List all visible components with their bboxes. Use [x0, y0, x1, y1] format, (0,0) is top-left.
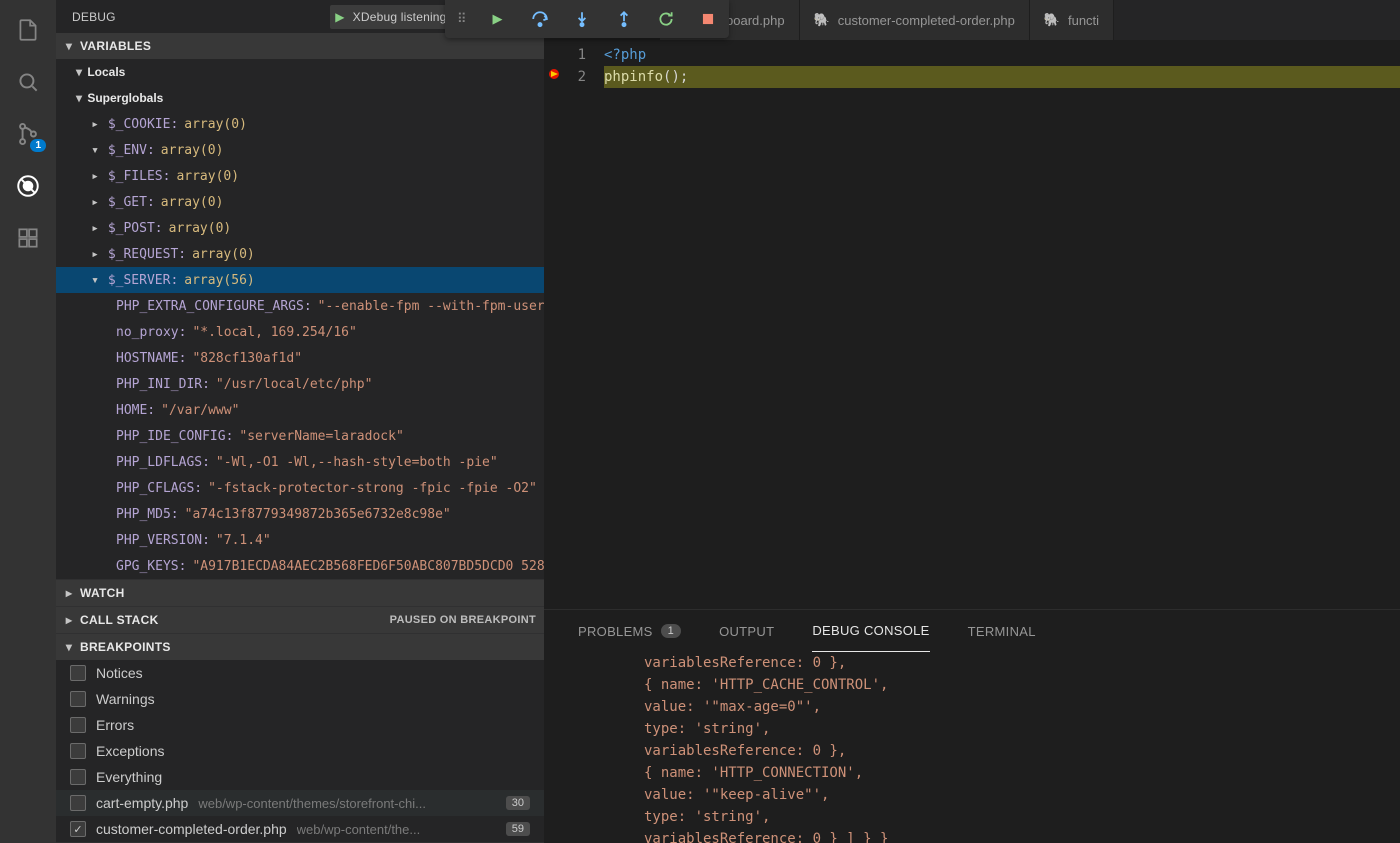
breakpoint-file[interactable]: customer-completed-order.php web/wp-cont… — [56, 816, 544, 842]
paused-label: PAUSED ON BREAKPOINT — [390, 614, 536, 626]
chevron-right-icon: ▸ — [90, 247, 100, 262]
start-debug-icon[interactable]: ▶ — [335, 10, 344, 24]
variable-entry[interactable]: PHP_CFLAGS:"-fstack-protector-strong -fp… — [56, 475, 544, 501]
watch-header[interactable]: ▸WATCH — [56, 580, 544, 606]
breakpoint-current-icon[interactable] — [547, 67, 561, 81]
stop-icon[interactable] — [699, 10, 717, 28]
activity-bar: 1 — [0, 0, 56, 843]
extensions-icon[interactable] — [14, 224, 42, 252]
panel-title: DEBUG — [72, 10, 116, 24]
variable-entry[interactable]: PHP_VERSION:"7.1.4" — [56, 527, 544, 553]
chevron-right-icon: ▸ — [90, 117, 100, 132]
drag-handle-icon[interactable]: ⠿ — [457, 11, 465, 27]
debug-panel: DEBUG ▶ XDebug listening to Laradock ▾VA… — [56, 0, 544, 843]
chevron-right-icon: ▸ — [90, 221, 100, 236]
breakpoint-category[interactable]: Everything — [56, 764, 544, 790]
checkbox[interactable] — [70, 717, 86, 733]
checkbox[interactable] — [70, 821, 86, 837]
variable-entry[interactable]: PHP_MD5:"a74c13f8779349872b365e6732e8c98… — [56, 501, 544, 527]
panel-tab-terminal[interactable]: TERMINAL — [968, 610, 1036, 652]
chevron-right-icon: ▸ — [64, 586, 74, 600]
debug-icon[interactable] — [14, 172, 42, 200]
gutter: 1 2 — [544, 40, 604, 609]
checkbox[interactable] — [70, 665, 86, 681]
search-icon[interactable] — [14, 68, 42, 96]
step-out-icon[interactable] — [615, 10, 633, 28]
php-file-icon: 🐘 — [1044, 12, 1060, 28]
editor-tab[interactable]: 🐘functi — [1030, 0, 1114, 40]
checkbox[interactable] — [70, 743, 86, 759]
continue-icon[interactable]: ▶ — [489, 10, 507, 28]
variable-row[interactable]: ▸ $_REQUEST:array(0) — [56, 241, 544, 267]
breakpoint-category[interactable]: Notices — [56, 660, 544, 686]
source-control-icon[interactable]: 1 — [14, 120, 42, 148]
restart-icon[interactable] — [657, 10, 675, 28]
chevron-down-icon: ▾ — [90, 273, 100, 288]
variable-row[interactable]: ▸ $_GET:array(0) — [56, 189, 544, 215]
editor-tab[interactable]: 🐘customer-completed-order.php — [800, 0, 1030, 40]
php-file-icon: 🐘 — [814, 12, 830, 28]
locals-header[interactable]: ▾ Locals — [56, 59, 544, 85]
variable-row[interactable]: ▾ $_ENV:array(0) — [56, 137, 544, 163]
panel-tab-output[interactable]: OUTPUT — [719, 610, 774, 652]
breakpoint-category[interactable]: Warnings — [56, 686, 544, 712]
chevron-down-icon: ▾ — [74, 91, 84, 105]
variable-row[interactable]: ▾ $_SERVER:array(56) — [56, 267, 544, 293]
chevron-down-icon: ▾ — [64, 39, 74, 53]
chevron-down-icon: ▾ — [64, 640, 74, 654]
chevron-right-icon: ▸ — [90, 169, 100, 184]
variable-row[interactable]: ▸ $_POST:array(0) — [56, 215, 544, 241]
variable-entry[interactable]: HOSTNAME:"828cf130af1d" — [56, 345, 544, 371]
breakpoint-category[interactable]: Exceptions — [56, 738, 544, 764]
callstack-header[interactable]: ▸CALL STACKPAUSED ON BREAKPOINT — [56, 607, 544, 633]
debug-toolbar[interactable]: ⠿ ▶ — [445, 0, 729, 38]
editor[interactable]: 1 2 <?php phpinfo(); — [544, 40, 1400, 609]
variable-entry[interactable]: HOME:"/var/www" — [56, 397, 544, 423]
explorer-icon[interactable] — [14, 16, 42, 44]
variable-row[interactable]: ▸ $_COOKIE:array(0) — [56, 111, 544, 137]
variable-entry[interactable]: PHP_INI_DIR:"/usr/local/etc/php" — [56, 371, 544, 397]
debug-console-output[interactable]: variablesReference: 0 },{ name: 'HTTP_CA… — [544, 652, 1400, 843]
breakpoints-header[interactable]: ▾BREAKPOINTS — [56, 634, 544, 660]
variable-entry[interactable]: no_proxy:"*.local, 169.254/16" — [56, 319, 544, 345]
breakpoint-category[interactable]: Errors — [56, 712, 544, 738]
checkbox[interactable] — [70, 691, 86, 707]
problems-count: 1 — [661, 624, 681, 638]
panel-tab-problems[interactable]: PROBLEMS1 — [578, 610, 681, 652]
step-into-icon[interactable] — [573, 10, 591, 28]
checkbox[interactable] — [70, 769, 86, 785]
step-over-icon[interactable] — [531, 10, 549, 28]
scm-badge: 1 — [30, 139, 46, 152]
variable-entry[interactable]: PHP_IDE_CONFIG:"serverName=laradock" — [56, 423, 544, 449]
chevron-right-icon: ▸ — [64, 613, 74, 627]
variable-entry[interactable]: PHP_LDFLAGS:"-Wl,-O1 -Wl,--hash-style=bo… — [56, 449, 544, 475]
bottom-panel: PROBLEMS1 OUTPUT DEBUG CONSOLE TERMINAL … — [544, 609, 1400, 843]
breakpoint-file[interactable]: cart-empty.php web/wp-content/themes/sto… — [56, 790, 544, 816]
variable-row[interactable]: ▸ $_FILES:array(0) — [56, 163, 544, 189]
editor-area: 🐘info.php×🐘dashboard.php🐘customer-comple… — [544, 0, 1400, 843]
superglobals-header[interactable]: ▾ Superglobals — [56, 85, 544, 111]
variable-entry[interactable]: PHP_EXTRA_CONFIGURE_ARGS:"--enable-fpm -… — [56, 293, 544, 319]
chevron-right-icon: ▸ — [90, 195, 100, 210]
chevron-down-icon: ▾ — [90, 143, 100, 158]
panel-tab-debug-console[interactable]: DEBUG CONSOLE — [812, 610, 929, 652]
checkbox[interactable] — [70, 795, 86, 811]
variable-entry[interactable]: GPG_KEYS:"A917B1ECDA84AEC2B568FED6F50ABC… — [56, 553, 544, 579]
chevron-down-icon: ▾ — [74, 65, 84, 79]
